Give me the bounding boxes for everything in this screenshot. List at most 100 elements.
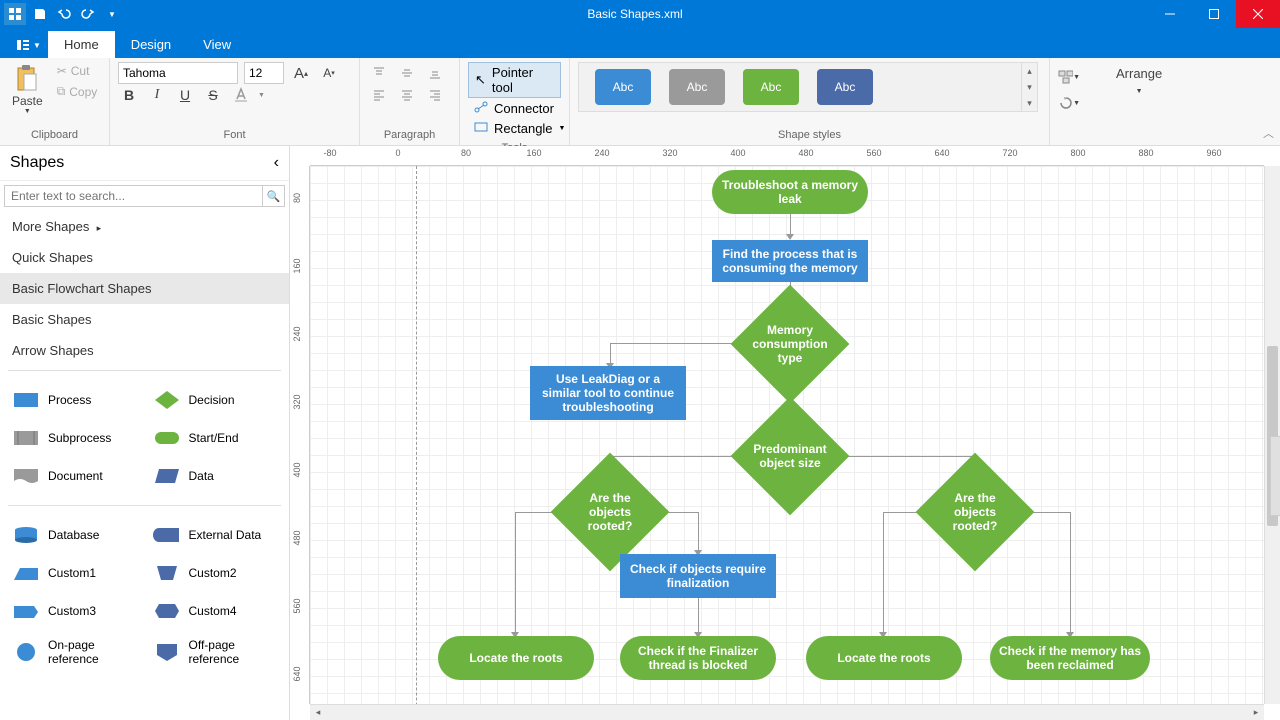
titlebar: ▼ Basic Shapes.xml: [0, 0, 1280, 28]
strikethrough-button[interactable]: S: [202, 84, 224, 106]
align-center-icon[interactable]: [396, 84, 418, 106]
extdata-blue-icon: [153, 524, 181, 546]
search-button[interactable]: 🔍: [263, 185, 285, 207]
app-icon[interactable]: [4, 3, 26, 25]
underline-button[interactable]: U: [174, 84, 196, 106]
align-right-icon[interactable]: [424, 84, 446, 106]
align-top-icon[interactable]: [368, 62, 390, 84]
bold-button[interactable]: B: [118, 84, 140, 106]
horizontal-scrollbar[interactable]: ◂▸: [310, 704, 1264, 720]
vertical-scrollbar[interactable]: [1264, 166, 1280, 704]
shapes-search-input[interactable]: [4, 185, 263, 207]
align-bottom-icon[interactable]: [424, 62, 446, 84]
close-button[interactable]: [1236, 0, 1280, 28]
paragraph-group-label: Paragraph: [368, 125, 451, 141]
flowchart-node[interactable]: Locate the roots: [806, 636, 962, 680]
category-basic-flowchart[interactable]: Basic Flowchart Shapes: [0, 273, 289, 304]
redo-icon[interactable]: [78, 4, 98, 24]
category-arrow-shapes[interactable]: Arrow Shapes: [0, 335, 289, 366]
shape-stencil-database[interactable]: Database: [4, 518, 145, 552]
copy-button[interactable]: ⧉Copy: [53, 82, 102, 101]
increase-font-icon[interactable]: A▴: [290, 62, 312, 84]
align-shapes-icon[interactable]: ▼: [1058, 66, 1080, 88]
shape-stencil-subprocess[interactable]: Subprocess: [4, 421, 145, 455]
minimize-button[interactable]: [1148, 0, 1192, 28]
shape-style-darkblue[interactable]: Abc: [817, 69, 873, 105]
font-group-label: Font: [118, 125, 351, 141]
clipboard-group-label: Clipboard: [8, 125, 101, 141]
shape-stencil-external-data[interactable]: External Data: [145, 518, 286, 552]
shape-stencil-custom2[interactable]: Custom2: [145, 556, 286, 590]
custom4-icon: [153, 600, 181, 622]
arrange-button[interactable]: Arrange▼: [1108, 62, 1170, 100]
category-quick-shapes[interactable]: Quick Shapes: [0, 242, 289, 273]
shape-stencil-document[interactable]: Document: [4, 459, 145, 493]
flowchart-node[interactable]: Locate the roots: [438, 636, 594, 680]
save-icon[interactable]: [30, 4, 50, 24]
align-middle-icon[interactable]: [396, 62, 418, 84]
shape-stencil-custom3[interactable]: Custom3: [4, 594, 145, 628]
align-left-icon[interactable]: [368, 84, 390, 106]
vertical-ruler: 80160240320400480560640: [290, 166, 310, 704]
cyl-blue-icon: [12, 524, 40, 546]
flowchart-node[interactable]: Use LeakDiag or a similar tool to contin…: [530, 366, 686, 420]
circle-blue-icon: [12, 641, 40, 663]
flowchart-node[interactable]: Memory consumption type: [748, 302, 832, 386]
shape-stencil-decision[interactable]: Decision: [145, 383, 286, 417]
flowchart-node[interactable]: Troubleshoot a memory leak: [712, 170, 868, 214]
paste-button[interactable]: Paste ▼: [8, 62, 47, 117]
pointer-tool[interactable]: ↖Pointer tool: [468, 62, 561, 98]
qat-dropdown-icon[interactable]: ▼: [102, 4, 122, 24]
shape-stencil-custom1[interactable]: Custom1: [4, 556, 145, 590]
gallery-scroll[interactable]: ▴▾▾: [1021, 63, 1037, 111]
flowchart-node[interactable]: Check if the Finalizer thread is blocked: [620, 636, 776, 680]
rectangle-icon: [474, 121, 488, 136]
tab-design[interactable]: Design: [115, 31, 187, 58]
right-panel-tab[interactable]: [1270, 436, 1280, 516]
shape-style-green[interactable]: Abc: [743, 69, 799, 105]
decrease-font-icon[interactable]: A▾: [318, 62, 340, 84]
copy-icon: ⧉: [57, 84, 66, 99]
more-shapes-item[interactable]: More Shapes ▸: [0, 211, 289, 242]
italic-button[interactable]: I: [146, 84, 168, 106]
shape-stencil-on-page-reference[interactable]: On-page reference: [4, 632, 145, 672]
shape-stencil-process[interactable]: Process: [4, 383, 145, 417]
flowchart-node[interactable]: Check if the memory has been reclaimed: [990, 636, 1150, 680]
shape-styles-gallery[interactable]: Abc Abc Abc Abc ▴▾▾: [578, 62, 1038, 112]
file-menu-button[interactable]: ▼: [8, 32, 48, 58]
flowchart-node[interactable]: Predominant object size: [748, 414, 832, 498]
flowchart-node[interactable]: Are the objects rooted?: [568, 470, 652, 554]
collapse-panel-icon[interactable]: ‹: [274, 154, 279, 172]
connector-icon: [474, 101, 488, 116]
font-family-select[interactable]: [118, 62, 238, 84]
font-size-select[interactable]: [244, 62, 284, 84]
shape-style-gray[interactable]: Abc: [669, 69, 725, 105]
collapse-ribbon-icon[interactable]: ︿: [1263, 125, 1274, 141]
styles-group-label: Shape styles: [578, 125, 1041, 141]
custom1-icon: [12, 562, 40, 584]
connector-tool[interactable]: Connector: [468, 99, 561, 118]
drawing-canvas[interactable]: Troubleshoot a memory leak Find the proc…: [310, 166, 1264, 704]
shape-stencil-data[interactable]: Data: [145, 459, 286, 493]
rotate-icon[interactable]: ▼: [1058, 92, 1080, 114]
shape-stencil-start-end[interactable]: Start/End: [145, 421, 286, 455]
shapes-panel: Shapes ‹ 🔍 More Shapes ▸ Quick Shapes Ba…: [0, 146, 290, 720]
shape-stencil-custom4[interactable]: Custom4: [145, 594, 286, 628]
rectangle-tool[interactable]: Rectangle▼: [468, 119, 561, 138]
category-basic-shapes[interactable]: Basic Shapes: [0, 304, 289, 335]
shapes-panel-title: Shapes: [10, 154, 64, 172]
para-blue-icon: [153, 465, 181, 487]
tab-view[interactable]: View: [187, 31, 247, 58]
shape-stencil-off-page-reference[interactable]: Off-page reference: [145, 632, 286, 672]
tab-home[interactable]: Home: [48, 31, 115, 58]
cut-button[interactable]: ✂Cut: [53, 62, 102, 80]
maximize-button[interactable]: [1192, 0, 1236, 28]
doc-gray-icon: [12, 465, 40, 487]
undo-icon[interactable]: [54, 4, 74, 24]
pointer-icon: ↖: [475, 72, 486, 88]
shape-style-blue[interactable]: Abc: [595, 69, 651, 105]
font-color-button[interactable]: [230, 84, 252, 106]
flowchart-node[interactable]: Are the objects rooted?: [933, 470, 1017, 554]
flowchart-node[interactable]: Check if objects require finalization: [620, 554, 776, 598]
flowchart-node[interactable]: Find the process that is consuming the m…: [712, 240, 868, 282]
